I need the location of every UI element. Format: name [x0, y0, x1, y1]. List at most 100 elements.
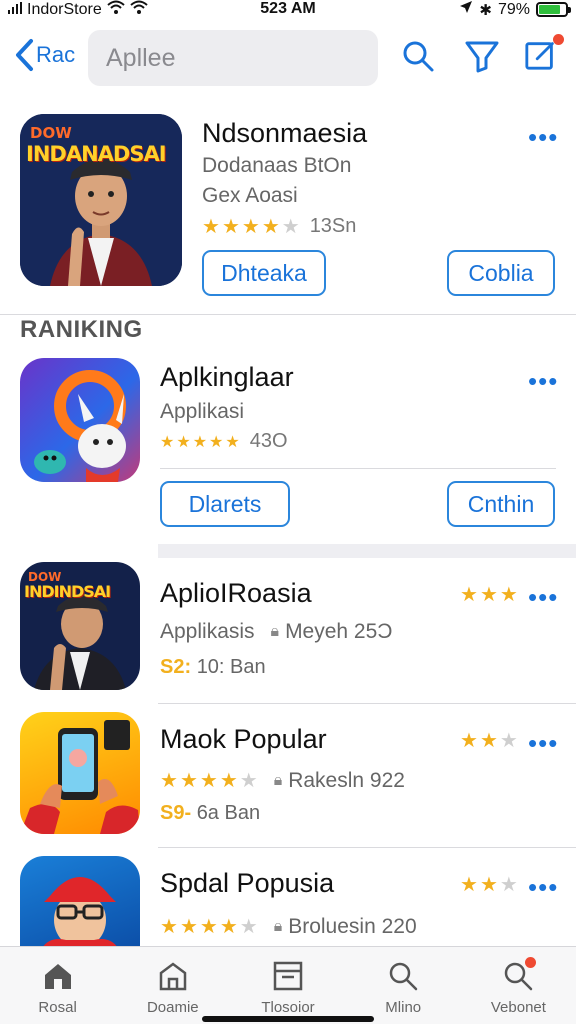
section-separator — [158, 544, 576, 558]
ellipsis-icon: ••• — [528, 728, 559, 758]
tab-store[interactable]: Doamie — [115, 947, 230, 1024]
battery-percent: 79% — [497, 0, 530, 18]
ranking-app-icon-4[interactable] — [20, 856, 140, 948]
price-text: 6a Ban — [196, 802, 261, 824]
featured-app-icon[interactable]: DOW INDANADSAI — [20, 114, 182, 286]
ranking-title-4: Spdal Popusia — [160, 868, 335, 898]
star-filled-icon: ★ — [160, 916, 178, 938]
more-options-button-2[interactable]: ••• — [528, 584, 558, 610]
star-filled-icon: ★ — [261, 216, 280, 238]
app-store-screen: IndorStore 523 AM ✱ 79% Rac Apllee DOW I… — [0, 0, 576, 1024]
star-filled-icon: ★ — [479, 730, 498, 752]
rating-count: 43O — [249, 430, 288, 452]
price-highlight: S9- — [160, 802, 192, 824]
ranking-meta-3: ★ ★ ★ ★ ★ 🔒︎ Rakesln 922 — [160, 768, 405, 793]
star-empty-icon: ★ — [239, 770, 258, 792]
filter-button[interactable] — [464, 38, 500, 74]
ranking-app-icon-3[interactable] — [20, 712, 140, 834]
mascot-illustration — [34, 370, 126, 482]
price-highlight: S2: — [160, 656, 192, 678]
category-label: Applikasis — [160, 620, 255, 643]
search-input[interactable]: Apllee — [88, 30, 378, 86]
lock-icon: 🔒︎ — [273, 771, 283, 789]
ranking-app-icon-1[interactable] — [20, 358, 140, 482]
ranking-meta-2: Applikasis 🔒︎ Meyeh 25Ɔ — [160, 620, 392, 644]
more-options-button-1[interactable]: ••• — [528, 368, 558, 394]
star-filled-icon: ★ — [179, 916, 198, 938]
tab-storage[interactable]: Tlosoior — [230, 947, 345, 1024]
price-text: 10: Ban — [196, 656, 266, 678]
star-filled-icon: ★ — [202, 216, 220, 238]
search-icon — [389, 962, 418, 991]
meta-detail: Broluesin 220 — [288, 914, 417, 938]
phone-illustration — [20, 720, 140, 834]
ranking-title-1: Aplkinglaar — [160, 362, 294, 392]
tab-label: Doamie — [146, 999, 199, 1016]
more-options-button[interactable]: ••• — [528, 124, 558, 150]
ranking-subtitle-1: Applikasi — [160, 400, 245, 423]
star-empty-icon: ★ — [281, 216, 300, 238]
star-empty-icon: ★ — [499, 730, 518, 752]
star-filled-icon: ★ — [499, 584, 518, 606]
tab-home[interactable]: Rosal — [0, 947, 115, 1024]
star-filled-icon: ★ — [479, 584, 498, 606]
ellipsis-icon: ••• — [528, 122, 559, 152]
ranking-app-icon-2[interactable]: DOW INDINDSAI — [20, 562, 140, 690]
featured-app-subtitle-1: Dodanaas BtOn — [202, 154, 352, 177]
more-options-button-3[interactable]: ••• — [528, 730, 558, 756]
star-filled-icon: ★ — [221, 216, 240, 238]
featured-app-card[interactable]: DOW INDANADSAI Ndsonmaesia ••• Dodanaas … — [0, 108, 576, 314]
more-options-button-4[interactable]: ••• — [528, 874, 558, 900]
icon-title-text: INDINDSAI — [24, 582, 111, 601]
back-button[interactable]: Rac — [14, 38, 75, 72]
ranking-corner-rating-2: ★ ★ ★ — [460, 582, 518, 607]
search-value: Apllee — [106, 43, 176, 72]
battery-level — [539, 5, 560, 14]
location-icon — [459, 0, 473, 19]
compose-icon — [525, 42, 554, 70]
star-empty-icon: ★ — [239, 916, 258, 938]
compose-button[interactable] — [524, 34, 564, 74]
featured-app-title: Ndsonmaesia — [202, 118, 368, 148]
star-filled-icon: ★ — [460, 874, 478, 896]
bluetooth-icon: ✱ — [479, 1, 492, 19]
ranking-rating-4: ★ ★ ★ ★ ★ — [160, 914, 258, 939]
meta-detail: Rakesln 922 — [288, 768, 405, 792]
star-filled-icon: ★ — [219, 770, 238, 792]
star-filled-icon: ★ — [192, 433, 208, 451]
ellipsis-icon: ••• — [528, 872, 559, 902]
ranking-title-2: AplioIRoasia — [160, 578, 312, 608]
star-filled-icon: ★ — [199, 770, 218, 792]
store-icon — [159, 962, 187, 991]
home-icon — [44, 964, 71, 989]
home-indicator — [202, 1016, 374, 1022]
back-label: Rac — [36, 42, 76, 67]
status-right: ✱ 79% — [459, 0, 571, 19]
star-filled-icon: ★ — [176, 433, 191, 451]
search-icon — [403, 41, 434, 72]
storage-icon — [273, 961, 303, 991]
avatar-illustration — [42, 877, 118, 948]
status-bar: IndorStore 523 AM ✱ 79% — [0, 0, 576, 22]
nav-bar: Rac Apllee — [0, 24, 576, 90]
ranking-left-button-1[interactable]: Dlarets — [160, 481, 290, 527]
featured-right-button[interactable]: Coblia — [447, 250, 555, 296]
ellipsis-icon: ••• — [528, 366, 559, 396]
ranking-price-3: S9- 6a Ban — [160, 802, 260, 825]
featured-left-button[interactable]: Dhteaka — [202, 250, 326, 296]
meta-detail: Meyeh 25Ɔ — [285, 620, 393, 643]
ranking-rating-1: ★ ★ ★ ★ ★ 43O — [160, 430, 288, 453]
search-button[interactable] — [400, 38, 436, 74]
battery-icon — [536, 2, 571, 17]
tab-label: Rosal — [38, 999, 77, 1016]
star-filled-icon: ★ — [199, 916, 218, 938]
divider — [158, 703, 576, 704]
tab-search[interactable]: Mlino — [346, 947, 461, 1024]
ranking-corner-rating-3: ★ ★ ★ — [460, 728, 518, 753]
tab-notifications[interactable]: Vebonet — [461, 947, 576, 1024]
divider — [0, 314, 576, 315]
ranking-right-button-1[interactable]: Cnthin — [447, 481, 555, 527]
star-filled-icon: ★ — [179, 770, 198, 792]
ranking-title-3: Maok Popular — [160, 724, 327, 754]
ranking-rating-3: ★ ★ ★ ★ ★ — [160, 768, 258, 793]
